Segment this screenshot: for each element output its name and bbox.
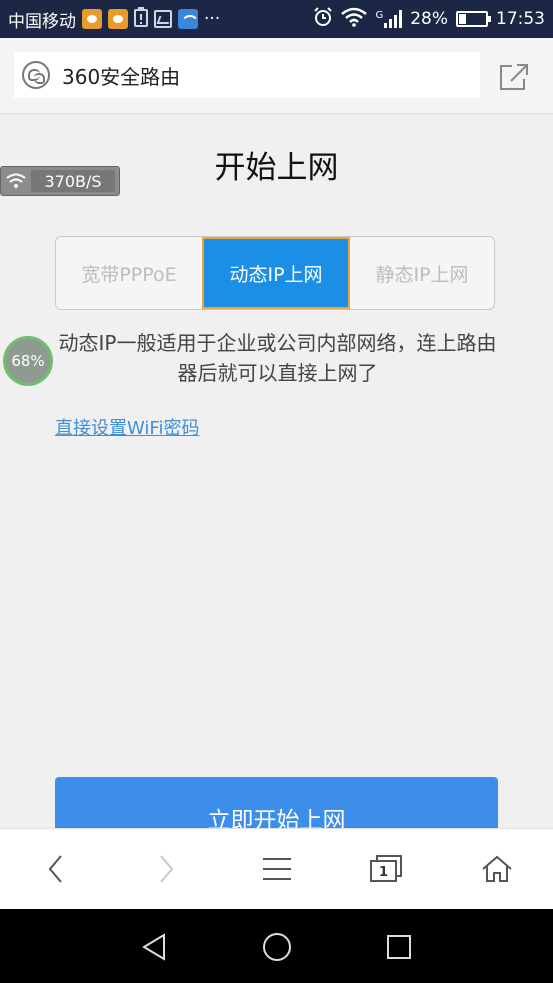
back-button[interactable]: [36, 849, 76, 889]
address-text: 360安全路由: [62, 64, 181, 89]
tab-label: 宽带PPPoE: [81, 263, 177, 286]
alarm-icon: [313, 6, 333, 32]
tab-dynamic-ip[interactable]: 动态IP上网: [202, 237, 350, 309]
chat-notification-icon: [108, 9, 128, 29]
speed-value: 370B/S: [31, 170, 115, 192]
battery-alert-icon: [134, 6, 148, 32]
clock: 17:53: [496, 9, 545, 29]
square-recents-icon: [387, 935, 411, 959]
tab-label: 动态IP上网: [229, 263, 323, 286]
message-notification-icon: [82, 9, 102, 29]
address-bar[interactable]: 360安全路由: [14, 52, 480, 98]
menu-button[interactable]: [257, 849, 297, 889]
home-icon: [482, 855, 512, 882]
share-button[interactable]: [498, 62, 530, 92]
wifi-icon: [1, 167, 31, 195]
globe-icon: [22, 61, 50, 89]
chevron-left-icon: [48, 855, 62, 883]
battery-percent: 28%: [410, 9, 448, 29]
navigation-bar: [0, 909, 553, 983]
gallery-icon: [154, 10, 172, 28]
menu-icon: [263, 858, 291, 880]
status-bar: 中国移动 ··· G 28% 17:53: [0, 0, 553, 38]
tab-count: 1: [379, 865, 389, 880]
cell-signal-icon: [384, 10, 403, 28]
triangle-back-icon: [142, 933, 165, 961]
progress-indicator[interactable]: 68%: [3, 336, 53, 386]
set-wifi-password-link[interactable]: 直接设置WiFi密码: [55, 414, 199, 440]
carrier-name: 中国移动: [8, 11, 76, 32]
tab-label: 静态IP上网: [375, 263, 469, 286]
wifi-signal-icon: [341, 7, 368, 32]
connection-type-tabs: 宽带PPPoE 动态IP上网 静态IP上网: [55, 236, 495, 310]
share-icon: [500, 64, 528, 90]
battery-icon: [456, 11, 491, 27]
browser-toolbar: 1: [0, 828, 553, 909]
circle-home-icon: [263, 933, 291, 961]
address-area: 360安全路由: [0, 38, 553, 114]
nav-recents-button[interactable]: [379, 927, 419, 967]
tab-pppoe[interactable]: 宽带PPPoE: [56, 237, 202, 309]
tab-static-ip[interactable]: 静态IP上网: [350, 237, 494, 309]
more-notifications: ···: [204, 9, 221, 29]
chevron-right-icon: [160, 855, 174, 883]
nav-home-button[interactable]: [257, 927, 297, 967]
nav-back-button[interactable]: [134, 927, 174, 967]
progress-label: 68%: [11, 352, 45, 370]
tabs-button[interactable]: 1: [366, 849, 406, 889]
forward-button[interactable]: [146, 849, 186, 889]
wifi-notification-icon: [178, 9, 198, 29]
home-button[interactable]: [477, 849, 517, 889]
speed-badge[interactable]: 370B/S: [0, 166, 120, 196]
description-text: 动态IP一般适用于企业或公司内部网络，连上路由器后就可以直接上网了: [58, 331, 497, 385]
network-type: G: [375, 10, 384, 21]
